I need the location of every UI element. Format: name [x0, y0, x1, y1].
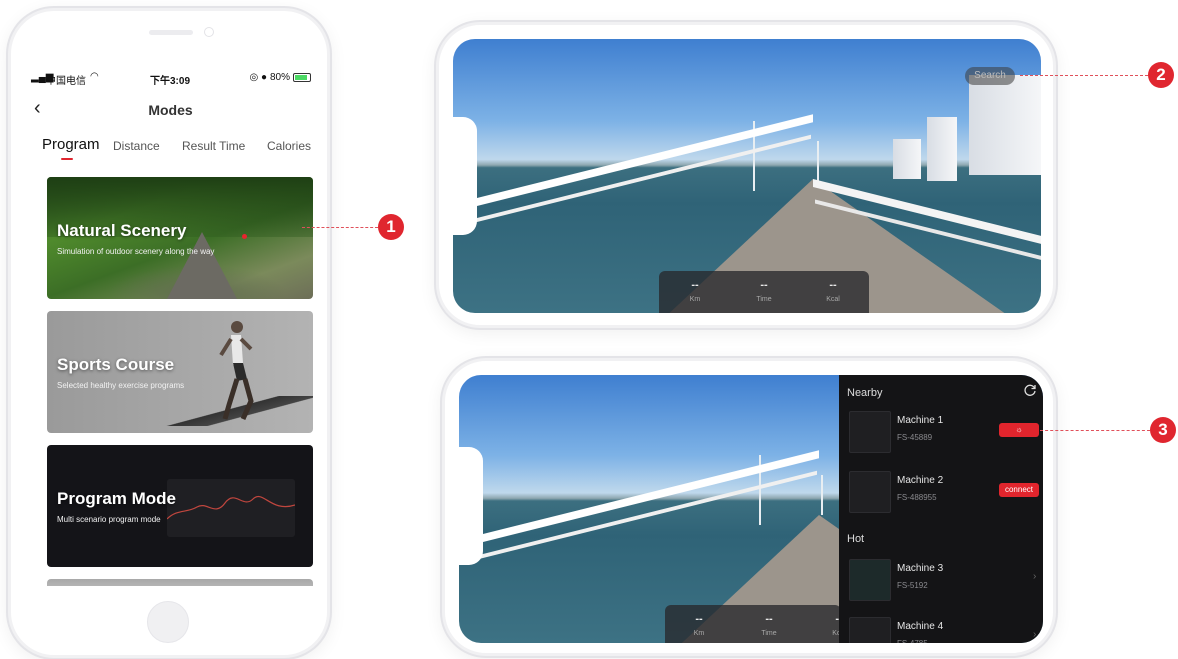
stat-value: -- [691, 279, 699, 291]
portrait-phone: ▂▄▆ 中国电信 ◠ 下午3:09 ◎ ● 80% ‹ Modes Progra… [8, 8, 330, 658]
connecting-spinner-button[interactable]: ☼ [999, 423, 1039, 437]
section-nearby: Nearby [847, 387, 883, 399]
tab-result-time[interactable]: Result Time [182, 139, 245, 153]
marker-dot [242, 234, 247, 239]
scenery-screen: Search -- Km -- Time -- Kcal [453, 39, 1041, 313]
section-hot: Hot [847, 533, 865, 545]
carrier-name: 中国电信 [46, 76, 86, 87]
stat-time: -- Time [734, 279, 794, 303]
device-row[interactable]: Machine 4 FS-4785 › [839, 609, 1043, 643]
stats-bar: -- Km -- Time -- Kcal [659, 271, 869, 313]
stat-unit: Km [693, 630, 705, 637]
nav-bar: ‹ Modes [28, 98, 313, 120]
device-name: Machine 1 [897, 415, 944, 426]
stat-unit: Time [756, 296, 772, 303]
lamp-post [817, 141, 819, 181]
active-tab-indicator [61, 158, 73, 160]
callout-badge-1: 1 [378, 214, 404, 240]
front-camera [204, 27, 214, 37]
stat-value: -- [829, 279, 837, 291]
refresh-icon[interactable] [1023, 383, 1037, 397]
battery-percent: 80% [269, 72, 290, 83]
modes-screen: ▂▄▆ 中国电信 ◠ 下午3:09 ◎ ● 80% ‹ Modes Progra… [28, 64, 313, 586]
status-time: 下午3:09 [150, 76, 191, 87]
connect-button[interactable]: connect [999, 483, 1039, 497]
stat-km: -- Km [665, 279, 725, 303]
chevron-right-icon: › [1033, 629, 1037, 640]
lamp-post [821, 475, 823, 515]
stats-bar: -- Km -- Time -- Kcal [665, 605, 846, 643]
device-row[interactable]: Machine 1 FS-45889 ☼ [839, 403, 1043, 461]
search-button[interactable]: Search [965, 67, 1015, 85]
devices-panel: Nearby Machine 1 FS-45889 ☼ Machine 2 FS… [839, 375, 1043, 643]
tab-calories[interactable]: Calories [267, 139, 311, 153]
stat-value: -- [695, 613, 703, 625]
card-subtitle: Multi scenario program mode [57, 515, 161, 524]
bike-thumbnail [849, 471, 891, 513]
device-name: Machine 3 [897, 563, 944, 574]
stat-value: -- [760, 279, 768, 291]
card-partial[interactable] [47, 579, 313, 586]
runner-image [219, 321, 254, 421]
device-id: FS-45889 [897, 433, 933, 442]
status-right: ◎ ● 80% [249, 72, 311, 83]
landscape-phone-scenery: Search -- Km -- Time -- Kcal [436, 22, 1056, 328]
card-title: Natural Scenery [57, 221, 187, 240]
card-title: Program Mode [57, 489, 177, 508]
card-title: Sports Course [57, 355, 175, 374]
stat-time: -- Time [739, 613, 799, 637]
callout-line [1040, 430, 1150, 431]
page-title: Modes [148, 102, 193, 118]
building [893, 139, 921, 179]
home-button[interactable] [147, 601, 189, 643]
landscape-phone-devices: -- Km -- Time -- Kcal Nearby Machine 1 F… [442, 358, 1056, 656]
device-name: Machine 4 [897, 621, 944, 632]
wifi-icon: ◠ [90, 71, 99, 82]
treadmill-thumbnail [849, 411, 891, 453]
building-tower [969, 75, 1041, 175]
machine-thumbnail [849, 559, 891, 601]
tab-program[interactable]: Program [42, 136, 100, 153]
status-bar: ▂▄▆ 中国电信 ◠ 下午3:09 ◎ ● 80% [28, 71, 313, 87]
speaker-grille [149, 30, 193, 35]
device-name: Machine 2 [897, 475, 944, 486]
callout-badge-2: 2 [1148, 62, 1174, 88]
card-program-mode[interactable]: Program Mode Multi scenario program mode [47, 445, 313, 567]
device-row[interactable]: Machine 2 FS-488955 connect [839, 463, 1043, 521]
tab-distance[interactable]: Distance [113, 139, 160, 153]
callout-line [1020, 75, 1148, 76]
battery-icon [293, 73, 311, 82]
mode-tabs: Program Distance Result Time Calories [28, 136, 313, 162]
devices-screen: -- Km -- Time -- Kcal Nearby Machine 1 F… [459, 375, 1043, 643]
device-id: FS-5192 [897, 581, 928, 590]
stat-unit: Km [689, 296, 701, 303]
card-natural-scenery[interactable]: Natural Scenery Simulation of outdoor sc… [47, 177, 313, 299]
wave-line-icon [166, 496, 296, 520]
stat-unit: Kcal [826, 296, 840, 303]
phone-notch [459, 447, 483, 565]
phone-notch [453, 117, 477, 235]
stat-value: -- [765, 613, 773, 625]
stat-kcal: -- Kcal [803, 279, 863, 303]
callout-badge-3: 3 [1150, 417, 1176, 443]
callout-line [302, 227, 378, 228]
device-id: FS-488955 [897, 493, 937, 502]
stat-unit: Time [761, 630, 777, 637]
card-sports-course[interactable]: Sports Course Selected healthy exercise … [47, 311, 313, 433]
stat-km: -- Km [669, 613, 729, 637]
device-row[interactable]: Machine 3 FS-5192 › [839, 551, 1043, 609]
status-indicators: ◎ ● [249, 72, 267, 83]
card-subtitle: Simulation of outdoor scenery along the … [57, 247, 215, 256]
road-image [167, 232, 237, 299]
wave-graphic [166, 479, 296, 537]
machine-thumbnail [849, 617, 891, 643]
card-subtitle: Selected healthy exercise programs [57, 381, 185, 390]
device-id: FS-4785 [897, 639, 928, 643]
chevron-right-icon: › [1033, 571, 1037, 582]
building [927, 117, 957, 181]
